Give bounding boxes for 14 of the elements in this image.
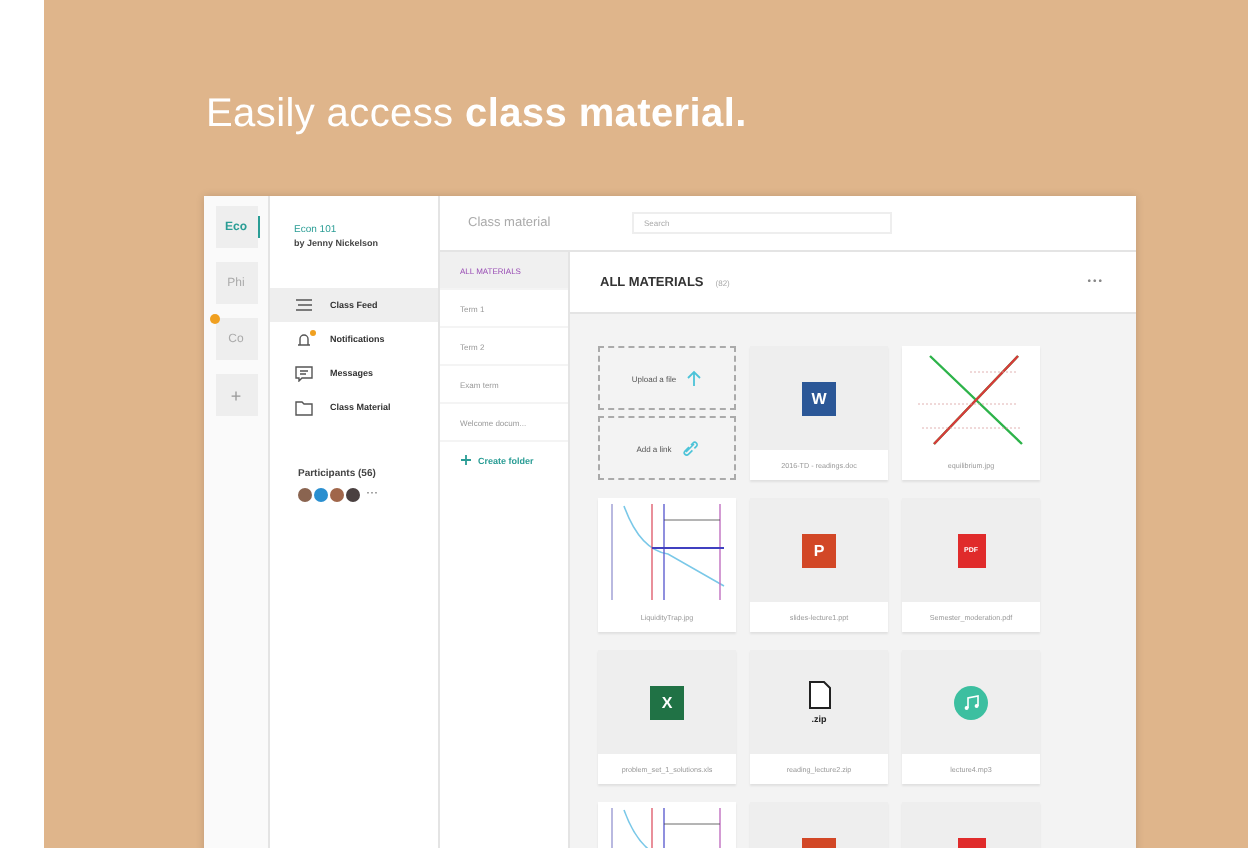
link-icon <box>681 440 698 456</box>
add-course-button[interactable]: + <box>215 374 257 416</box>
upload-arrow-icon <box>686 369 703 387</box>
word-document-icon: W <box>802 381 836 415</box>
spreadsheet-icon: X <box>650 685 684 719</box>
message-icon <box>294 364 314 382</box>
music-note-icon <box>954 685 988 719</box>
presentation-icon: P <box>802 533 836 567</box>
headline: Easily access class material. <box>206 90 747 140</box>
folder-icon <box>294 398 314 416</box>
file-icon <box>807 680 831 710</box>
plus-icon <box>460 454 472 466</box>
bell-icon <box>294 330 314 348</box>
list-icon <box>294 296 314 314</box>
